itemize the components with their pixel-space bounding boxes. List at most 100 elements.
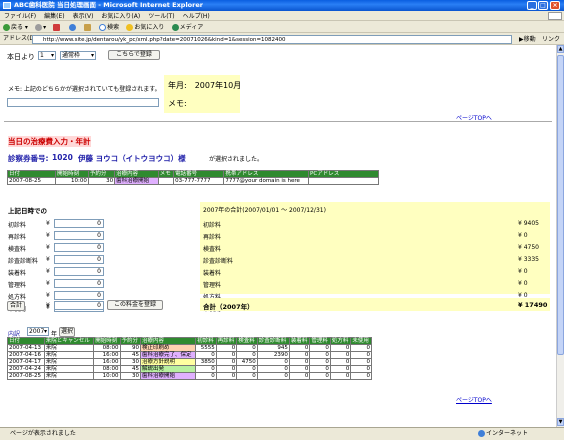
history-header-cell: 検査料 — [236, 337, 258, 345]
header-phone: 電話番号 — [173, 170, 225, 178]
register-fee-button[interactable]: この料金を登録 — [107, 300, 163, 310]
patient-name: 伊藤 ヨウコ（イトウヨウコ）様 — [78, 154, 186, 163]
slot-type-select[interactable]: 通常枠 — [60, 51, 96, 60]
history-header-cell: 予約分 — [119, 337, 142, 345]
history-cell: 歯科治療開始 — [140, 372, 197, 380]
star-icon — [126, 24, 134, 31]
history-header-cell: 再診料 — [215, 337, 238, 345]
fee-label: 管理料 — [8, 282, 27, 289]
history-cell: 0 — [236, 344, 258, 352]
history-cell: 0 — [350, 358, 372, 366]
history-cell: 来院 — [43, 344, 95, 352]
history-cell: 0 — [309, 344, 331, 352]
history-header-cell: 処方料 — [329, 337, 352, 345]
history-header-cell: 治療内容 — [140, 337, 197, 345]
total-input[interactable]: 0 — [54, 301, 104, 310]
fee-label: 初診料 — [8, 222, 27, 229]
table-row: 2007-04-17 来院 16:00 30 治療方針説明 3850 0 4750 0 0 0 0 0 — [7, 358, 372, 366]
search-icon — [99, 24, 107, 31]
fee-label: 再診料 — [8, 234, 27, 241]
history-cell: 0 — [329, 358, 352, 366]
toolbar: 戻る ▾ ▾ 検索 お気に入り メディア — [0, 21, 564, 33]
select-year-button[interactable]: 選択 — [59, 327, 75, 337]
vertical-scrollbar[interactable]: ▲ ▼ — [556, 45, 564, 427]
year-fee-label: 初診料 — [203, 222, 222, 229]
history-header-row: 日付 来院とキャンセル 開始時刻 予約分 治療内容 初診料 再診料 検査料 診査診断料 装着料 管理… — [7, 337, 372, 345]
fee-input[interactable]: 0 — [54, 279, 104, 288]
history-header-cell: 診査診断料 — [256, 337, 290, 345]
history-cell: 0 — [215, 372, 238, 380]
year-total-heading: 2007年の合計(2007/01/01 ～ 2007/12/31) — [203, 207, 326, 214]
header-mobile: 携帯アドレス — [223, 170, 310, 178]
total-button[interactable]: 合計 — [7, 301, 25, 311]
history-cell: 0 — [288, 358, 311, 366]
history-cell: 0 — [288, 372, 311, 380]
maximize-button[interactable]: □ — [538, 1, 548, 10]
day-select[interactable]: 1 — [38, 51, 56, 60]
history-header-cell: 開始時刻 — [93, 337, 121, 345]
history-cell: 45 — [119, 351, 142, 359]
address-bar: アドレス(D) http://www.site.jp/dentarou/yk_p… — [0, 33, 564, 45]
header-start: 開始時刻 — [55, 170, 89, 178]
history-cell: 来院 — [43, 358, 95, 366]
history-cell: 0 — [256, 372, 290, 380]
fee-currency: ¥ — [46, 292, 50, 299]
history-cell: 2007-04-17 — [7, 358, 45, 366]
history-cell: 2007-04-24 — [7, 365, 45, 373]
year-fee-label: 検査料 — [203, 246, 222, 253]
fee-input[interactable]: 0 — [54, 219, 104, 228]
patient-no-label: 診察券番号: — [8, 154, 49, 163]
fee-input[interactable]: 0 — [54, 243, 104, 252]
year-select[interactable]: 2007 — [27, 327, 49, 336]
history-cell: 2007-04-13 — [7, 344, 45, 352]
fee-input[interactable]: 0 — [54, 291, 104, 300]
history-table: 日付 来院とキャンセル 開始時刻 予約分 治療内容 初診料 再診料 検査料 診査診断料 装着料 管理… — [7, 337, 372, 380]
fee-input[interactable]: 0 — [54, 255, 104, 264]
cell-duration: 30 — [87, 177, 116, 185]
history-cell: 0 — [309, 351, 331, 359]
year-total-box — [200, 202, 550, 294]
page-top-link-bottom[interactable]: ページTOPへ — [456, 395, 492, 404]
scroll-thumb[interactable] — [557, 55, 564, 355]
history-header-cell: 管理料 — [309, 337, 331, 345]
fee-currency: ¥ — [46, 268, 50, 275]
scroll-down-icon[interactable]: ▼ — [557, 418, 564, 426]
window-title: ABC歯科医院 当日処理画面 - Microsoft Internet Expl… — [14, 1, 203, 9]
fee-currency: ¥ — [46, 256, 50, 263]
fee-currency: ¥ — [46, 244, 50, 251]
history-cell: 治療方針説明 — [140, 358, 197, 366]
left-fee-heading: 上記日時での — [8, 207, 47, 215]
history-cell: 来院 — [43, 365, 95, 373]
total-currency: ¥ — [46, 302, 50, 309]
year-fee-label: 診査診断料 — [203, 258, 234, 265]
yearmonth: 年月: 2007年10月 — [168, 81, 242, 90]
history-cell: 3850 — [195, 358, 217, 366]
year-fee-value: ¥ 4750 — [518, 244, 539, 251]
history-cell: 0 — [288, 344, 311, 352]
history-cell: 0 — [350, 365, 372, 373]
address-input[interactable]: http://www.site.jp/dentarou/yk_pc/xml.ph… — [32, 35, 512, 44]
minimize-button[interactable]: _ — [527, 1, 537, 10]
year-total-value: ¥ 17490 — [518, 301, 548, 309]
scroll-up-icon[interactable]: ▲ — [557, 45, 564, 53]
back-arrow-icon — [3, 24, 10, 31]
header-memo: メモ — [157, 170, 175, 178]
history-cell: 16:00 — [93, 358, 121, 366]
fee-input[interactable]: 0 — [54, 267, 104, 276]
refresh-icon — [68, 24, 76, 31]
fee-label: 検査料 — [8, 246, 27, 253]
fee-label: 処方料 — [8, 294, 27, 301]
memo-input[interactable] — [7, 98, 159, 107]
table-row: 2007-04-24 来院 08:00 45 解説出発 0 0 0 0 0 0 0 0 — [7, 365, 372, 373]
history-cell: 08:00 — [93, 365, 121, 373]
year-fee-label: 管理料 — [203, 282, 222, 289]
forward-arrow-icon — [35, 24, 43, 31]
history-cell: 0 — [350, 372, 372, 380]
history-cell: 0 — [350, 351, 372, 359]
media-icon — [171, 24, 179, 31]
year-fee-value: ¥ 3335 — [518, 256, 539, 263]
register-here-button[interactable]: こちらで登録 — [108, 50, 160, 60]
close-button[interactable]: × — [550, 1, 560, 10]
history-cell: 45 — [119, 365, 142, 373]
fee-input[interactable]: 0 — [54, 231, 104, 240]
